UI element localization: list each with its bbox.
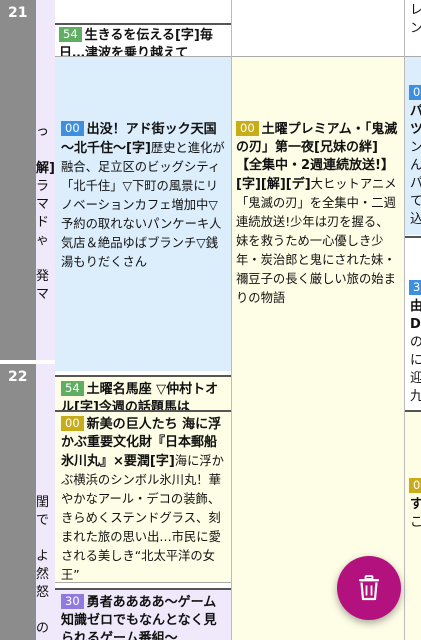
start-minute-badge: 00 <box>61 416 84 431</box>
left-fragment: の <box>36 621 50 636</box>
right-column-cell[interactable]: レ ン <box>405 0 421 56</box>
program-title: 30 勇者ああああ〜ゲーム知識ゼロでもなんとなく見られるゲーム番組〜 <box>61 594 227 640</box>
left-fragment: で <box>36 513 50 528</box>
right-fragment: ン <box>410 21 421 36</box>
left-fragment: 解] <box>36 161 55 176</box>
program-description: 大ヒットアニメ「鬼滅の刃」を全集中・二週連続放送!少年は刃を握る、妹を救うため一… <box>236 177 397 305</box>
right-fragment: に <box>410 353 421 368</box>
program-cell[interactable]: 30 勇者ああああ〜ゲーム知識ゼロでもなんとなく見られるゲーム番組〜 <box>55 590 231 640</box>
program-divider <box>55 588 231 590</box>
start-minute-badge: 00 <box>409 85 421 100</box>
left-fragment: 然 <box>36 567 50 582</box>
right-fragment: の <box>410 335 421 350</box>
hour-gap <box>0 360 36 364</box>
program-title-text: 勇者ああああ〜ゲーム知識ゼロでもなんとなく見られるゲーム番組〜 <box>61 595 217 640</box>
right-fragment: ん <box>410 158 421 173</box>
left-fragment: よ <box>36 549 50 564</box>
right-column-cell[interactable]: 00 パ ツ ン ん パ て 込 <box>405 57 421 235</box>
right-fragment: 九 <box>410 389 421 404</box>
right-fragment: パ <box>410 104 421 119</box>
right-column-cell[interactable]: 0 す こ <box>405 412 421 640</box>
program-title: 54 生きるを伝える[字]毎日…津波を乗り越えて <box>59 27 227 56</box>
start-minute-badge: 30 <box>61 594 84 609</box>
start-minute-badge: 54 <box>59 27 82 42</box>
program-description: 海に浮かぶ横浜のシンボル氷川丸！華やかなアール・デコの装飾、きらめくステンドグラ… <box>61 454 224 582</box>
program-description: 歴史と進化が融合、足立区のビッグシティ「北千住」▽下町の風景にリノベーションカフ… <box>61 141 225 269</box>
program-divider <box>232 56 421 57</box>
left-fragment: マ <box>36 287 50 302</box>
program-cell[interactable]: 54 土曜名馬座 ▽仲村トオル[字]今週の話題馬は <box>55 377 231 410</box>
program-title: 54 土曜名馬座 ▽仲村トオル[字]今週の話題馬は <box>61 381 227 410</box>
right-fragment: て <box>410 194 421 209</box>
start-minute-badge: 54 <box>61 381 84 396</box>
program-title: 00 出没！アド街ック天国 〜北千住〜[字]歴史と進化が融合、足立区のビッグシティ… <box>61 121 227 272</box>
left-fragment: マ <box>36 197 50 212</box>
program-cell[interactable]: 54 生きるを伝える[字]毎日…津波を乗り越えて <box>55 0 231 56</box>
program-divider <box>55 582 231 583</box>
right-fragment: ン <box>410 140 421 155</box>
start-minute-badge: 3 <box>409 280 421 295</box>
trash-icon <box>359 575 379 601</box>
hour-label-22: 22 <box>0 364 36 640</box>
start-minute-badge: 0 <box>409 478 421 493</box>
left-column-cell-21[interactable]: っ 解] ラ マ ド ゃ 発 マ <box>36 0 55 360</box>
left-fragment: っ <box>36 124 50 139</box>
delete-fab-button[interactable] <box>337 556 401 620</box>
program-title: 00 新美の巨人たち 海に浮かぶ重要文化財『日本郵船氷川丸』×要潤[字]海に浮かぶ… <box>61 416 227 582</box>
right-fragment: 由 <box>410 299 421 314</box>
right-column-cell[interactable]: 3 由 D の に 迎 九 <box>405 238 421 410</box>
left-fragment: ド <box>36 215 50 230</box>
program-title: 00 土曜プレミアム・「鬼滅の刃」第一夜[兄妹の絆]【全集中・2週連続放送!】[字… <box>236 121 400 308</box>
left-fragment: 発 <box>36 269 50 284</box>
start-minute-badge: 00 <box>236 121 259 136</box>
program-title-text: 土曜名馬座 ▽仲村トオル[字]今週の話題馬は <box>61 382 219 410</box>
left-fragment: 怒 <box>36 585 50 600</box>
right-fragment: D <box>410 317 421 332</box>
program-title-text: 生きるを伝える[字]毎日…津波を乗り越えて <box>59 28 213 56</box>
start-minute-badge: 00 <box>61 121 84 136</box>
right-fragment: 迎 <box>410 371 421 386</box>
program-divider <box>55 23 231 25</box>
left-fragment: ラ <box>36 179 50 194</box>
right-fragment: パ <box>410 176 421 191</box>
right-fragment: す <box>410 497 421 512</box>
right-fragment: 込 <box>410 212 421 227</box>
right-fragment: ツ <box>410 122 421 137</box>
program-cell[interactable]: 00 土曜プレミアム・「鬼滅の刃」第一夜[兄妹の絆]【全集中・2週連続放送!】[字… <box>232 57 404 640</box>
left-fragment: 閨 <box>36 495 50 510</box>
right-fragment: レ <box>410 3 421 18</box>
program-divider <box>55 375 231 377</box>
program-cell[interactable]: 00 新美の巨人たち 海に浮かぶ重要文化財『日本郵船氷川丸』×要潤[字]海に浮かぶ… <box>55 412 231 582</box>
hour-label-21: 21 <box>0 0 36 360</box>
left-column-cell-22[interactable]: 閨 で よ 然 怒 の <box>36 364 55 640</box>
left-fragment: ゃ <box>36 233 50 248</box>
right-fragment: こ <box>410 515 421 530</box>
program-cell[interactable]: 00 出没！アド街ック天国 〜北千住〜[字]歴史と進化が融合、足立区のビッグシティ… <box>55 57 231 371</box>
